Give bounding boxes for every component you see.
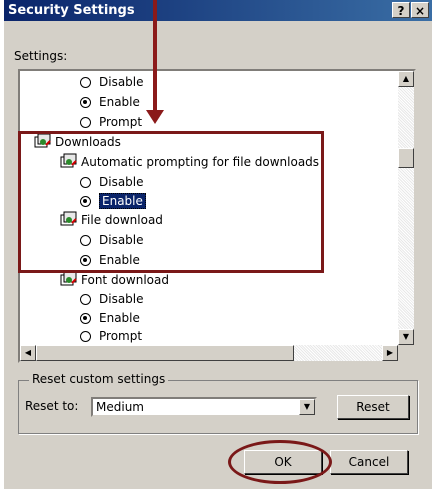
group-legend: Reset custom settings [29, 372, 169, 386]
reset-button[interactable]: Reset [337, 395, 409, 419]
annotation-arrow [153, 0, 157, 112]
cancel-button[interactable]: Cancel [330, 450, 408, 474]
radio-option[interactable]: Enable [80, 93, 140, 111]
annotation-highlight-box [18, 131, 324, 273]
setting-item-icon [60, 271, 77, 286]
title-bar: Security Settings ? × [4, 0, 432, 21]
scroll-up-arrow-icon[interactable]: ▲ [398, 71, 414, 87]
radio-label: Disable [99, 75, 144, 89]
radio-button-icon[interactable] [80, 117, 91, 128]
dropdown-arrow-icon[interactable]: ▼ [299, 399, 315, 415]
radio-button-icon[interactable] [80, 294, 91, 305]
radio-option[interactable]: Enable [80, 309, 140, 327]
radio-button-icon[interactable] [80, 331, 91, 342]
vertical-scrollbar[interactable]: ▲ ▼ [398, 71, 414, 345]
scrollbar-corner [398, 345, 414, 361]
radio-label: Prompt [99, 329, 143, 343]
radio-button-icon[interactable] [80, 97, 91, 108]
reset-level-value: Medium [96, 400, 144, 414]
radio-option[interactable]: Prompt [80, 327, 142, 345]
horizontal-scroll-thumb[interactable] [36, 345, 294, 361]
annotation-arrow-head [146, 110, 164, 124]
radio-option[interactable]: Disable [80, 73, 144, 91]
close-button[interactable]: × [411, 2, 429, 18]
radio-label: Enable [99, 311, 140, 325]
radio-label: Enable [99, 95, 140, 109]
radio-button-icon[interactable] [80, 77, 91, 88]
setting-font-download[interactable]: Font download [60, 271, 169, 289]
radio-option[interactable]: Prompt [80, 113, 142, 131]
setting-label: Font download [81, 273, 169, 287]
scroll-left-arrow-icon[interactable]: ◀ [20, 345, 36, 361]
radio-button-icon[interactable] [80, 313, 91, 324]
settings-label: Settings: [14, 49, 68, 63]
horizontal-scrollbar[interactable]: ◀ ▶ [20, 345, 398, 361]
reset-level-select[interactable]: Medium ▼ [91, 397, 317, 417]
annotation-ok-circle [228, 440, 332, 484]
radio-option[interactable]: Disable [80, 290, 144, 308]
scroll-right-arrow-icon[interactable]: ▶ [382, 345, 398, 361]
help-button[interactable]: ? [392, 2, 410, 18]
scroll-down-arrow-icon[interactable]: ▼ [398, 329, 414, 345]
window-title: Security Settings [8, 3, 135, 18]
reset-custom-settings-group: Reset custom settings Reset to: Medium ▼… [18, 372, 418, 434]
reset-to-label: Reset to: [25, 399, 79, 413]
radio-label: Prompt [99, 115, 143, 129]
radio-label: Disable [99, 292, 144, 306]
vertical-scroll-thumb[interactable] [398, 148, 414, 168]
